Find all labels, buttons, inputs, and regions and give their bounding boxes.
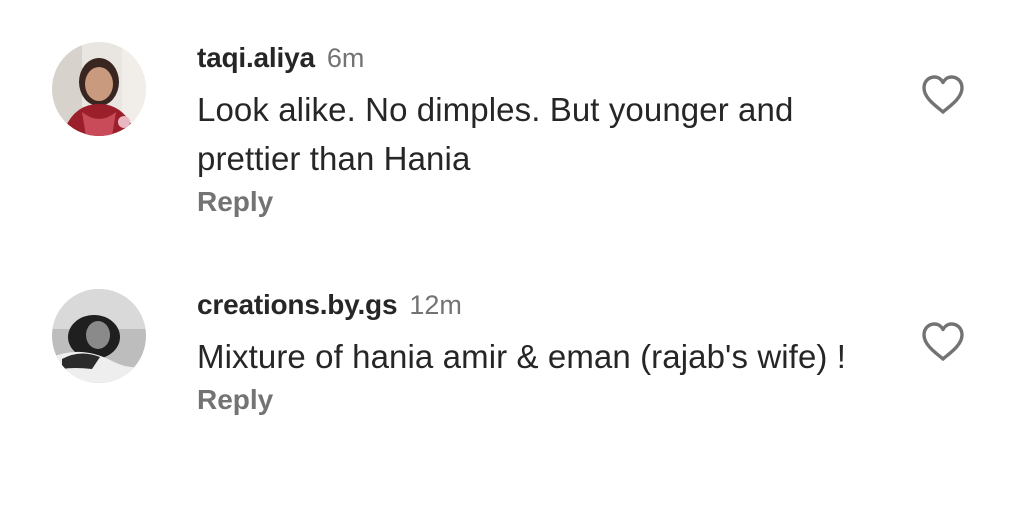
comment-body: taqi.aliya 6m Look alike. No dimples. Bu… — [197, 40, 897, 218]
comment-meta: creations.by.gs 12m — [197, 287, 897, 329]
username-link[interactable]: taqi.aliya — [197, 42, 315, 74]
comment-text: Look alike. No dimples. But younger and … — [197, 91, 794, 177]
username-link[interactable]: creations.by.gs — [197, 289, 398, 321]
comment-text: Mixture of hania amir & eman (rajab's wi… — [197, 338, 847, 375]
timestamp: 6m — [326, 43, 365, 73]
like-button[interactable] — [920, 74, 966, 116]
like-button[interactable] — [920, 321, 966, 363]
heart-outline-icon — [922, 322, 964, 361]
comment-body: creations.by.gs 12m Mixture of hania ami… — [197, 287, 897, 416]
comment-meta: taqi.aliya 6m — [197, 40, 897, 82]
heart-outline-icon — [922, 75, 964, 114]
avatar[interactable] — [52, 289, 146, 383]
user-avatar-photo — [52, 289, 146, 383]
user-avatar-photo — [52, 42, 146, 136]
reply-button[interactable]: Reply — [197, 186, 273, 218]
reply-button[interactable]: Reply — [197, 384, 273, 416]
timestamp: 12m — [409, 290, 462, 320]
avatar[interactable] — [52, 42, 146, 136]
